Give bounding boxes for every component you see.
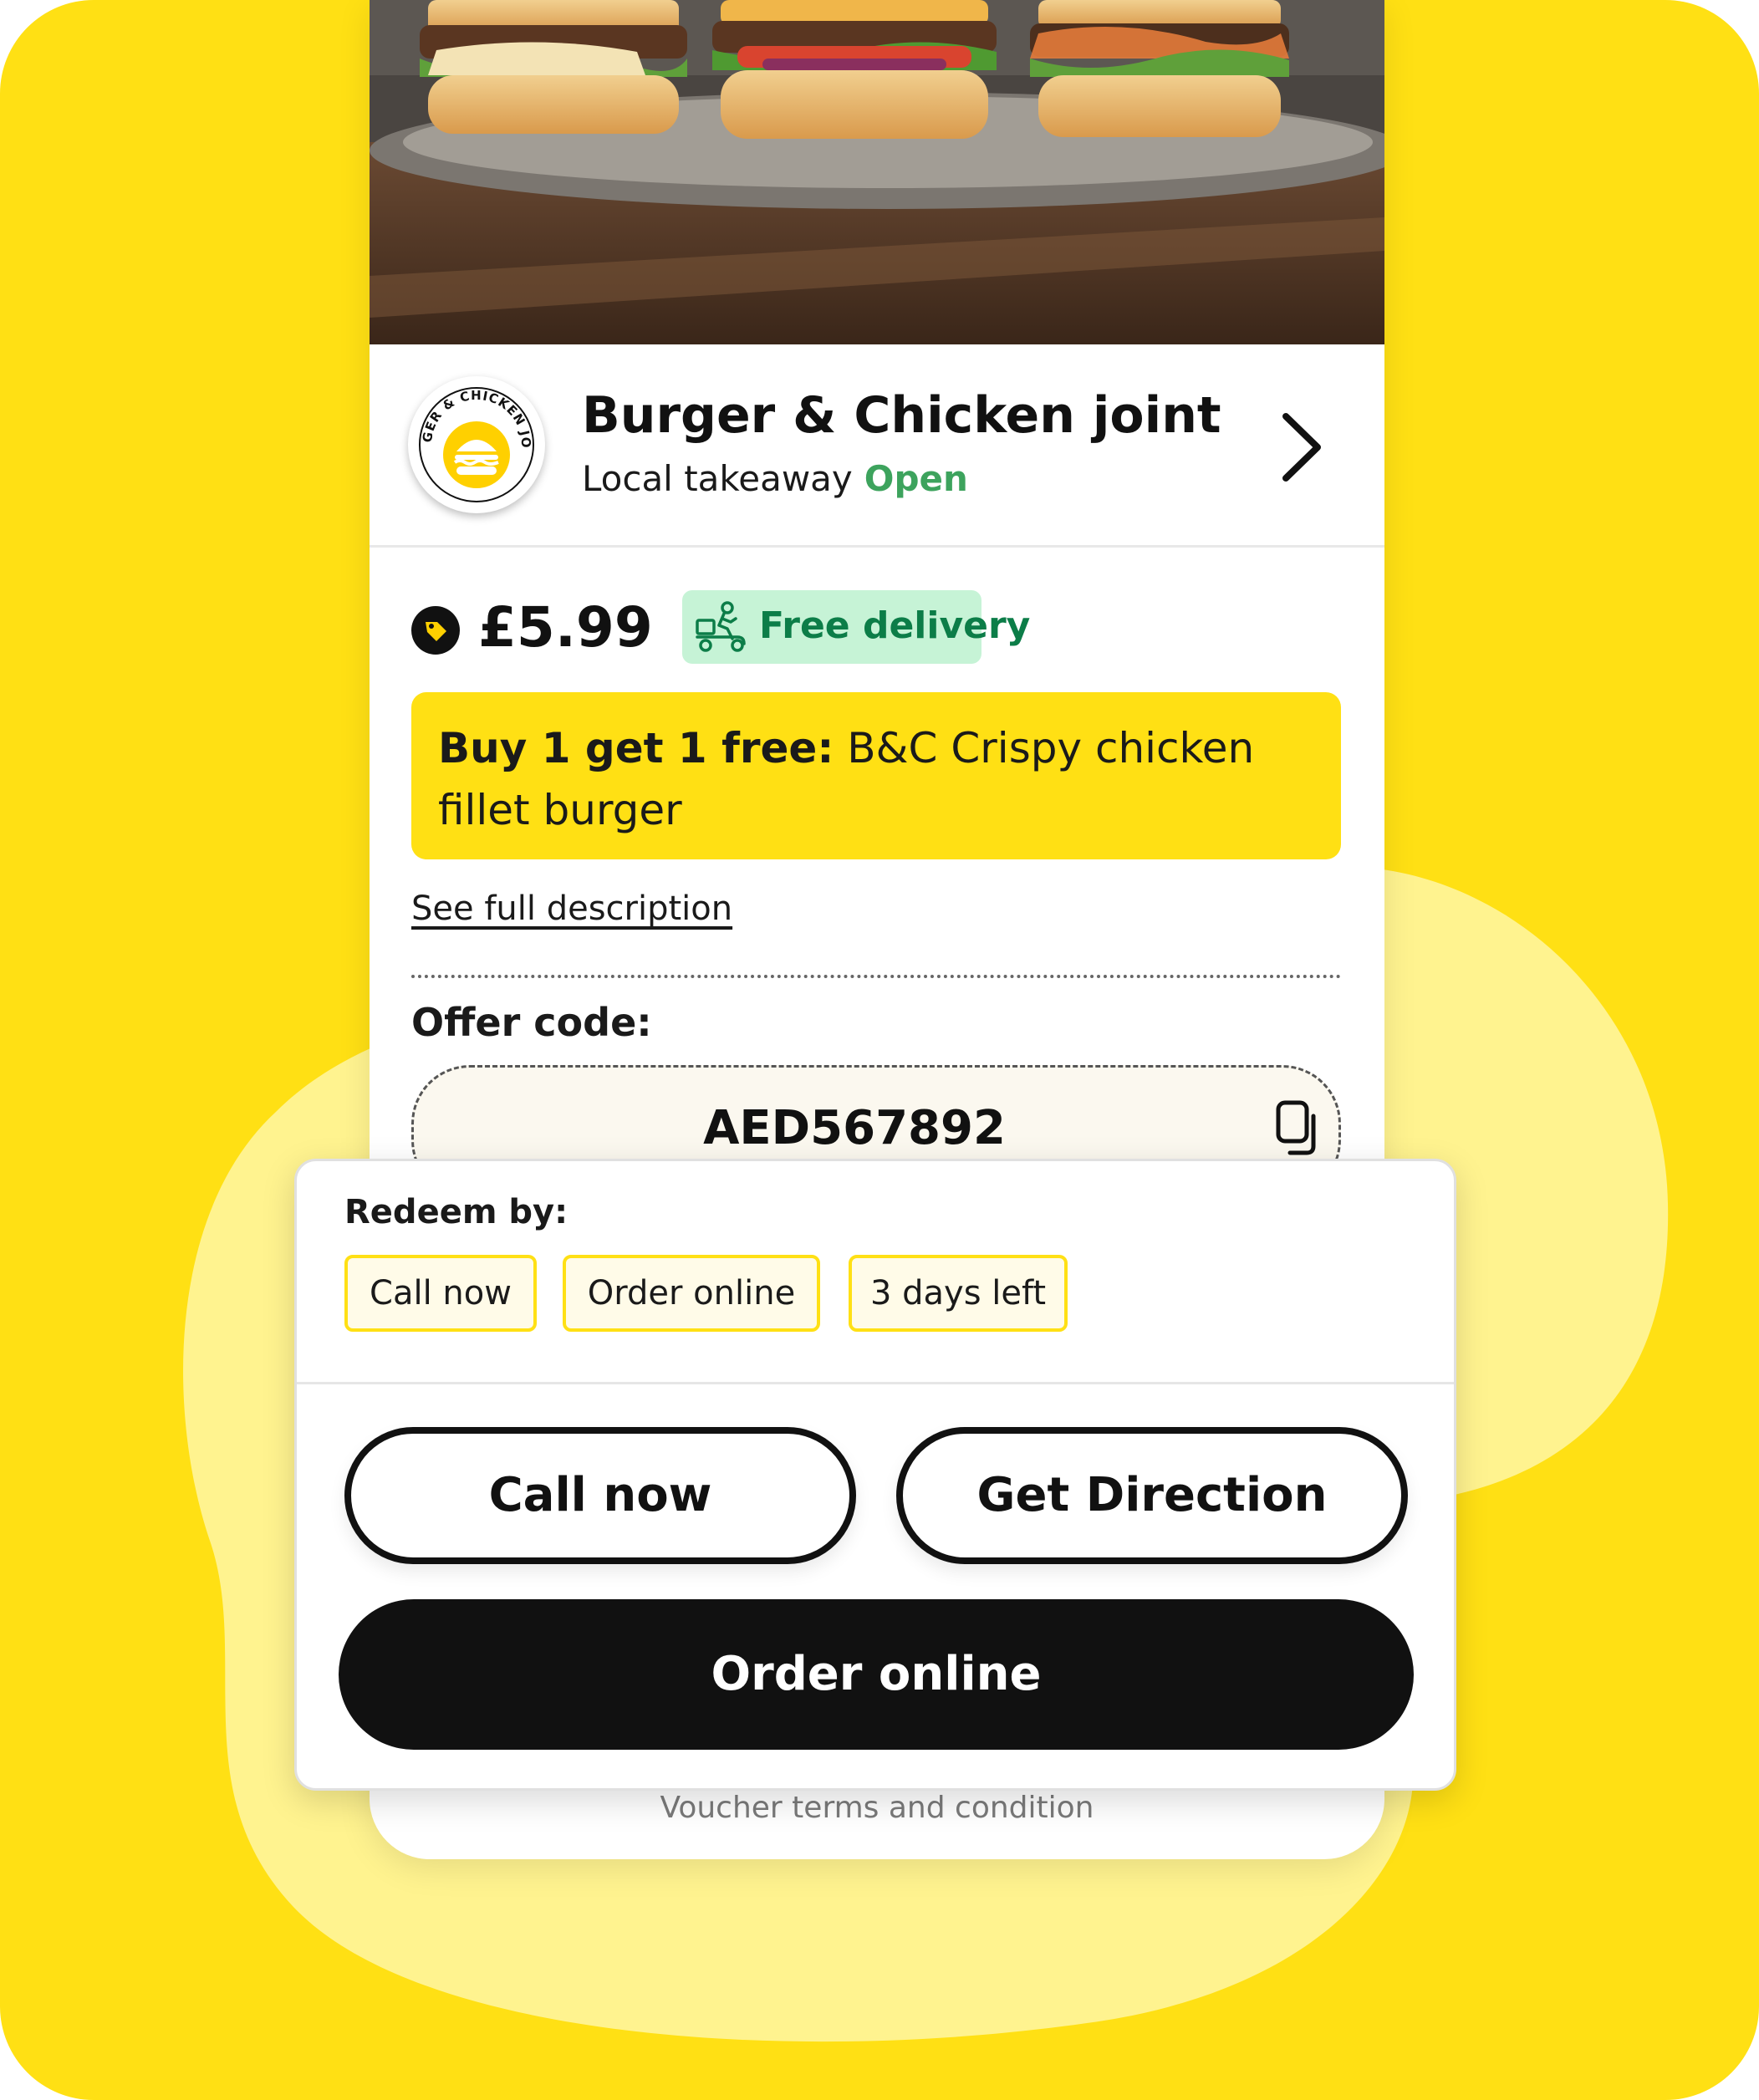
get-direction-button[interactable]: Get Direction <box>896 1427 1408 1564</box>
delivery-scooter-icon <box>696 601 746 652</box>
offer-price: £5.99 <box>478 595 653 660</box>
free-delivery-badge: Free delivery <box>682 590 1030 664</box>
chip-days-left: 3 days left <box>849 1255 1068 1332</box>
price-tag-icon <box>411 606 460 655</box>
redeem-by-label: Redeem by: <box>344 1193 568 1231</box>
chevron-right-icon[interactable] <box>1272 410 1331 485</box>
section-divider <box>411 975 1341 978</box>
offer-code-value: AED567892 <box>703 1101 1006 1155</box>
chip-order-online: Order online <box>563 1255 820 1332</box>
store-category: Local takeaway <box>582 458 853 499</box>
see-full-description-link[interactable]: See full description <box>411 889 732 928</box>
free-delivery-label: Free delivery <box>759 604 1031 647</box>
offer-code-label: Offer code: <box>411 1000 652 1045</box>
redeem-sheet: Redeem by: Call now Order online 3 days … <box>294 1159 1456 1791</box>
promo-highlight: Buy 1 get 1 free: <box>438 724 834 772</box>
hero-food-image <box>370 0 1384 344</box>
store-name: Burger & Chicken joint <box>582 386 1221 445</box>
sheet-divider <box>297 1382 1454 1384</box>
store-status: Open <box>864 458 968 499</box>
chip-call-now: Call now <box>344 1255 537 1332</box>
store-logo: BURGER & CHICKEN JOINT <box>402 364 545 513</box>
copy-icon[interactable] <box>1273 1099 1325 1158</box>
store-header[interactable]: BURGER & CHICKEN JOINT Burger & Chicken … <box>370 344 1384 548</box>
voucher-terms-link[interactable]: Voucher terms and condition <box>370 1791 1384 1825</box>
background-card: BURGER & CHICKEN JOINT Burger & Chicken … <box>0 0 1759 2100</box>
promo-banner: Buy 1 get 1 free: B&C Crispy chicken fil… <box>411 692 1341 859</box>
order-online-button[interactable]: Order online <box>339 1599 1414 1750</box>
call-now-button[interactable]: Call now <box>344 1427 856 1564</box>
store-subtitle: Local takeaway Open <box>582 458 968 499</box>
